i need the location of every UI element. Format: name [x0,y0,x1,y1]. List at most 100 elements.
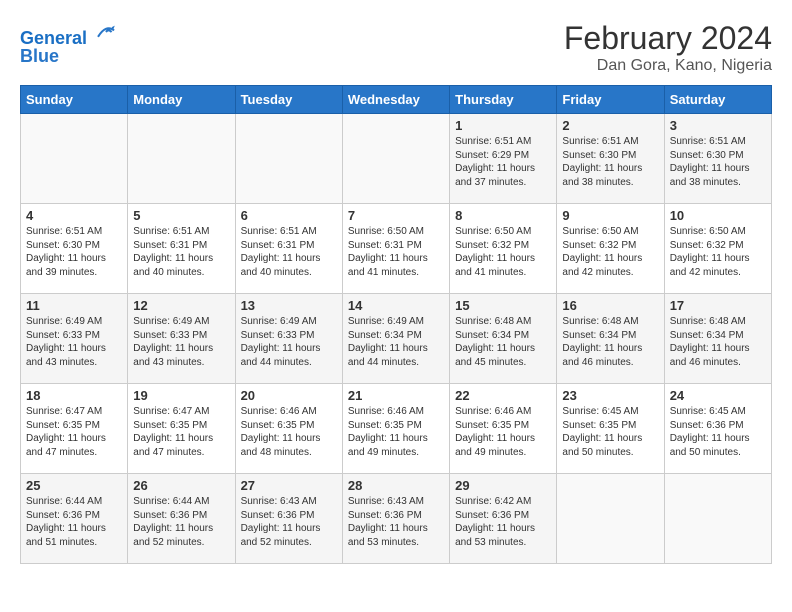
calendar-cell: 20 Sunrise: 6:46 AM Sunset: 6:35 PM Dayli… [235,384,342,474]
day-info: Sunrise: 6:48 AM Sunset: 6:34 PM Dayligh… [670,315,766,369]
calendar-cell: 25Sunrise: 6:44 AM Sunset: 6:36 PM Dayli… [21,474,128,564]
day-info: Sunrise: 6:46 AM Sunset: 6:35 PM Dayligh… [455,405,551,459]
calendar-cell [128,114,235,204]
calendar-cell: 19 Sunrise: 6:47 AM Sunset: 6:35 PM Dayli… [128,384,235,474]
day-header-monday: Monday [128,86,235,114]
day-number: 3 [670,118,766,133]
day-number: 24 [670,388,766,403]
day-info: Sunrise: 6:50 AM Sunset: 6:31 PM Dayligh… [348,225,444,279]
calendar-cell: 27 Sunrise: 6:43 AM Sunset: 6:36 PM Dayli… [235,474,342,564]
day-header-saturday: Saturday [664,86,771,114]
day-info: Sunrise: 6:45 AM Sunset: 6:35 PM Dayligh… [562,405,658,459]
calendar-week-2: 4 Sunrise: 6:51 AM Sunset: 6:30 PM Daylig… [21,204,772,294]
day-number: 20 [241,388,337,403]
calendar-cell [235,114,342,204]
calendar-cell: 3 Sunrise: 6:51 AM Sunset: 6:30 PM Daylig… [664,114,771,204]
calendar-week-1: 1Sunrise: 6:51 AM Sunset: 6:29 PM Daylig… [21,114,772,204]
day-number: 1 [455,118,551,133]
day-number: 17 [670,298,766,313]
day-info: Sunrise: 6:51 AM Sunset: 6:31 PM Dayligh… [241,225,337,279]
calendar-cell: 18 Sunrise: 6:47 AM Sunset: 6:35 PM Dayli… [21,384,128,474]
day-info: Sunrise: 6:50 AM Sunset: 6:32 PM Dayligh… [670,225,766,279]
day-info: Sunrise: 6:49 AM Sunset: 6:34 PM Dayligh… [348,315,444,369]
day-number: 27 [241,478,337,493]
day-header-tuesday: Tuesday [235,86,342,114]
day-info: Sunrise: 6:46 AM Sunset: 6:35 PM Dayligh… [348,405,444,459]
day-number: 5 [133,208,229,223]
day-info: Sunrise: 6:49 AM Sunset: 6:33 PM Dayligh… [133,315,229,369]
title-block: February 2024 Dan Gora, Kano, Nigeria [564,20,772,75]
day-number: 13 [241,298,337,313]
calendar-cell: 11Sunrise: 6:49 AM Sunset: 6:33 PM Dayli… [21,294,128,384]
calendar-cell: 28 Sunrise: 6:43 AM Sunset: 6:36 PM Dayli… [342,474,449,564]
calendar-week-3: 11Sunrise: 6:49 AM Sunset: 6:33 PM Dayli… [21,294,772,384]
day-info: Sunrise: 6:49 AM Sunset: 6:33 PM Dayligh… [26,315,122,369]
day-header-friday: Friday [557,86,664,114]
page-header: General Blue February 2024 Dan Gora, Kan… [20,20,772,75]
calendar-cell: 2 Sunrise: 6:51 AM Sunset: 6:30 PM Daylig… [557,114,664,204]
calendar-cell: 9 Sunrise: 6:50 AM Sunset: 6:32 PM Daylig… [557,204,664,294]
calendar-cell: 6 Sunrise: 6:51 AM Sunset: 6:31 PM Daylig… [235,204,342,294]
calendar-cell: 8 Sunrise: 6:50 AM Sunset: 6:32 PM Daylig… [450,204,557,294]
day-number: 15 [455,298,551,313]
day-number: 16 [562,298,658,313]
calendar-cell: 4 Sunrise: 6:51 AM Sunset: 6:30 PM Daylig… [21,204,128,294]
calendar-cell [664,474,771,564]
day-info: Sunrise: 6:50 AM Sunset: 6:32 PM Dayligh… [455,225,551,279]
calendar-header-row: SundayMondayTuesdayWednesdayThursdayFrid… [21,86,772,114]
day-number: 12 [133,298,229,313]
calendar-cell: 21 Sunrise: 6:46 AM Sunset: 6:35 PM Dayli… [342,384,449,474]
calendar-cell: 16 Sunrise: 6:48 AM Sunset: 6:34 PM Dayli… [557,294,664,384]
day-info: Sunrise: 6:47 AM Sunset: 6:35 PM Dayligh… [133,405,229,459]
calendar-cell: 5 Sunrise: 6:51 AM Sunset: 6:31 PM Daylig… [128,204,235,294]
day-number: 18 [26,388,122,403]
day-info: Sunrise: 6:51 AM Sunset: 6:30 PM Dayligh… [670,135,766,189]
day-info: Sunrise: 6:51 AM Sunset: 6:30 PM Dayligh… [26,225,122,279]
calendar-cell: 15 Sunrise: 6:48 AM Sunset: 6:34 PM Dayli… [450,294,557,384]
day-number: 23 [562,388,658,403]
day-info: Sunrise: 6:44 AM Sunset: 6:36 PM Dayligh… [133,495,229,549]
day-number: 9 [562,208,658,223]
day-info: Sunrise: 6:47 AM Sunset: 6:35 PM Dayligh… [26,405,122,459]
day-number: 4 [26,208,122,223]
logo: General Blue [20,20,118,67]
calendar-cell: 26 Sunrise: 6:44 AM Sunset: 6:36 PM Dayli… [128,474,235,564]
day-info: Sunrise: 6:51 AM Sunset: 6:31 PM Dayligh… [133,225,229,279]
day-info: Sunrise: 6:43 AM Sunset: 6:36 PM Dayligh… [241,495,337,549]
day-number: 22 [455,388,551,403]
calendar-cell: 12 Sunrise: 6:49 AM Sunset: 6:33 PM Dayli… [128,294,235,384]
day-number: 7 [348,208,444,223]
day-info: Sunrise: 6:50 AM Sunset: 6:32 PM Dayligh… [562,225,658,279]
day-number: 29 [455,478,551,493]
day-number: 21 [348,388,444,403]
day-number: 28 [348,478,444,493]
day-info: Sunrise: 6:48 AM Sunset: 6:34 PM Dayligh… [562,315,658,369]
calendar-week-4: 18 Sunrise: 6:47 AM Sunset: 6:35 PM Dayli… [21,384,772,474]
day-info: Sunrise: 6:42 AM Sunset: 6:36 PM Dayligh… [455,495,551,549]
location: Dan Gora, Kano, Nigeria [564,57,772,75]
day-number: 26 [133,478,229,493]
day-number: 10 [670,208,766,223]
calendar-body: 1Sunrise: 6:51 AM Sunset: 6:29 PM Daylig… [21,114,772,564]
day-info: Sunrise: 6:51 AM Sunset: 6:30 PM Dayligh… [562,135,658,189]
calendar-cell [21,114,128,204]
month-title: February 2024 [564,20,772,57]
calendar-table: SundayMondayTuesdayWednesdayThursdayFrid… [20,85,772,564]
day-header-wednesday: Wednesday [342,86,449,114]
calendar-cell: 23 Sunrise: 6:45 AM Sunset: 6:35 PM Dayli… [557,384,664,474]
calendar-cell: 22 Sunrise: 6:46 AM Sunset: 6:35 PM Dayli… [450,384,557,474]
day-info: Sunrise: 6:46 AM Sunset: 6:35 PM Dayligh… [241,405,337,459]
calendar-cell: 24Sunrise: 6:45 AM Sunset: 6:36 PM Dayli… [664,384,771,474]
day-number: 19 [133,388,229,403]
day-info: Sunrise: 6:43 AM Sunset: 6:36 PM Dayligh… [348,495,444,549]
day-number: 6 [241,208,337,223]
day-number: 8 [455,208,551,223]
day-header-thursday: Thursday [450,86,557,114]
day-number: 2 [562,118,658,133]
calendar-cell: 13Sunrise: 6:49 AM Sunset: 6:33 PM Dayli… [235,294,342,384]
calendar-cell [557,474,664,564]
day-number: 14 [348,298,444,313]
calendar-cell: 14 Sunrise: 6:49 AM Sunset: 6:34 PM Dayli… [342,294,449,384]
day-info: Sunrise: 6:48 AM Sunset: 6:34 PM Dayligh… [455,315,551,369]
calendar-cell: 7 Sunrise: 6:50 AM Sunset: 6:31 PM Daylig… [342,204,449,294]
